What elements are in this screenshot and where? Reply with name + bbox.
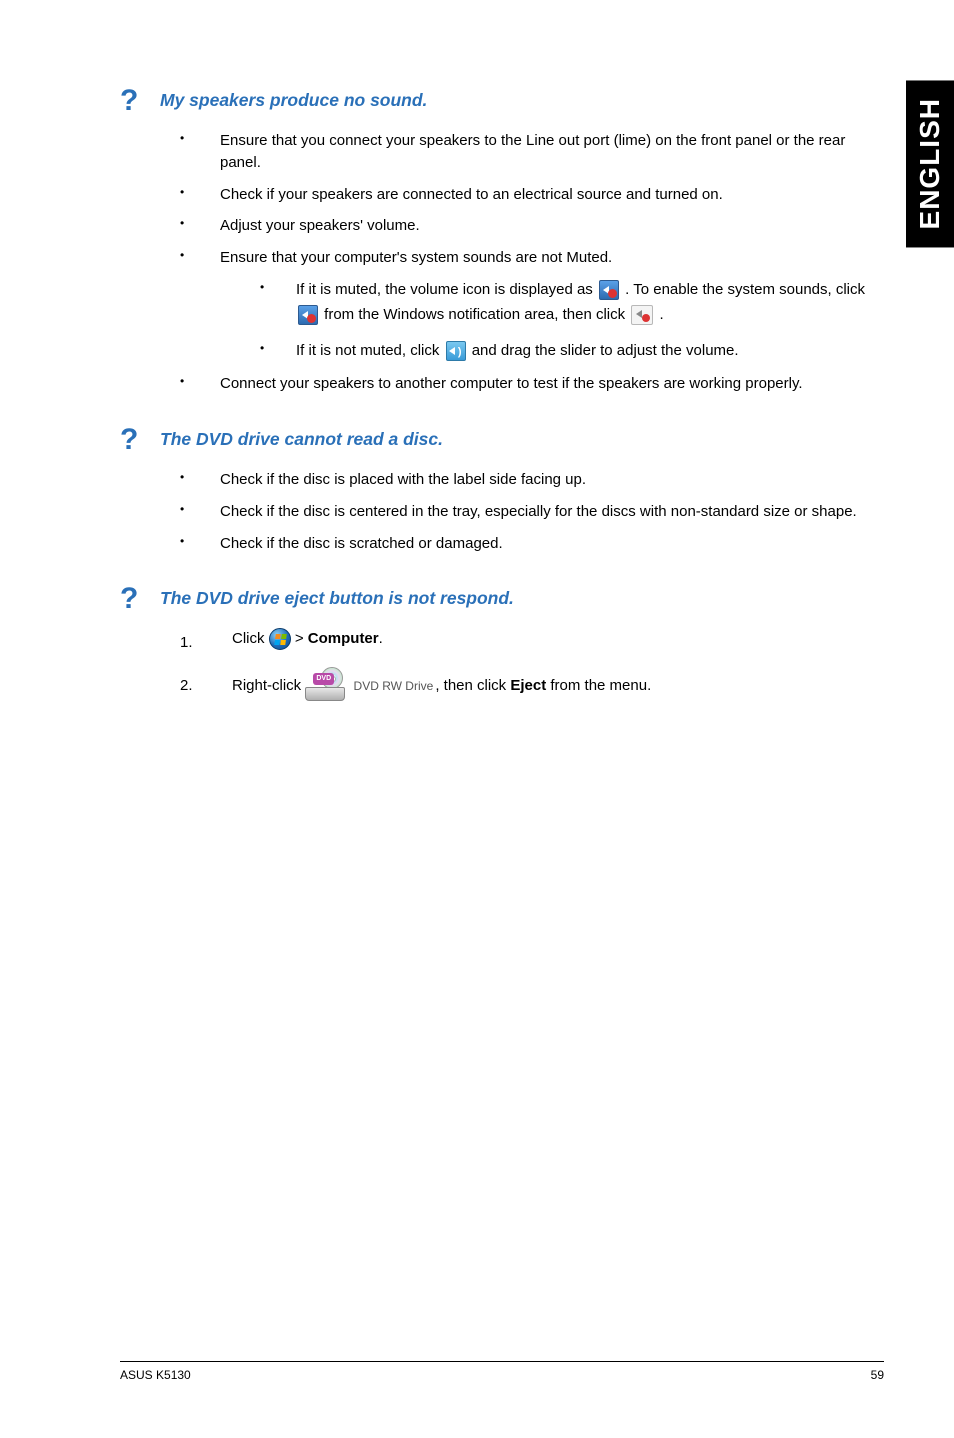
list-item: Adjust your speakers' volume. bbox=[180, 215, 884, 237]
bullet-text: Adjust your speakers' volume. bbox=[220, 217, 420, 234]
text-fragment: , then click bbox=[435, 677, 510, 694]
bullet-text: Check if the disc is centered in the tra… bbox=[220, 503, 857, 520]
bold-text: Eject bbox=[510, 677, 546, 694]
dvd-drive-label: DVD RW Drive bbox=[354, 679, 434, 693]
text-fragment: Click bbox=[232, 630, 269, 647]
volume-muted-icon bbox=[298, 305, 318, 325]
text-fragment: . bbox=[659, 306, 663, 323]
section-speakers-no-sound: ? My speakers produce no sound. Ensure t… bbox=[120, 90, 884, 395]
text-fragment: from the Windows notification area, then… bbox=[324, 306, 629, 323]
bullet-text: Check if the disc is scratched or damage… bbox=[220, 535, 503, 552]
list-item: Check if your speakers are connected to … bbox=[180, 184, 884, 206]
section-dvd-cannot-read: ? The DVD drive cannot read a disc. Chec… bbox=[120, 429, 884, 554]
bullet-text: Ensure that you connect your speakers to… bbox=[220, 132, 845, 171]
dvd-badge: DVD bbox=[313, 673, 334, 686]
step-number: 1. bbox=[180, 632, 193, 655]
list-item: Connect your speakers to another compute… bbox=[180, 373, 884, 395]
page-footer: ASUS K5130 59 bbox=[120, 1361, 884, 1382]
windows-start-icon bbox=[269, 628, 291, 650]
bullet-text: Check if the disc is placed with the lab… bbox=[220, 471, 586, 488]
question-mark-icon: ? bbox=[120, 584, 138, 614]
footer-page-number: 59 bbox=[871, 1368, 884, 1382]
text-fragment: Right-click bbox=[232, 677, 305, 694]
bold-text: Computer bbox=[308, 630, 379, 647]
list-item: 2. Right-click DVD DVD RW Drive, then cl… bbox=[180, 671, 884, 701]
list-item: Check if the disc is centered in the tra… bbox=[180, 501, 884, 523]
bullet-list: Ensure that you connect your speakers to… bbox=[120, 130, 884, 395]
section-dvd-eject-not-respond: ? The DVD drive eject button is not resp… bbox=[120, 588, 884, 701]
text-fragment: from the menu. bbox=[546, 677, 651, 694]
text-fragment: . To enable the system sounds, click bbox=[625, 281, 865, 298]
bullet-list: Check if the disc is placed with the lab… bbox=[120, 469, 884, 554]
list-item: If it is not muted, click and drag the s… bbox=[260, 338, 884, 364]
list-item: 1. Click > Computer. bbox=[180, 628, 884, 651]
sub-bullet-list: If it is muted, the volume icon is displ… bbox=[220, 277, 884, 364]
bullet-text: Check if your speakers are connected to … bbox=[220, 186, 723, 203]
text-fragment: If it is not muted, click bbox=[296, 342, 444, 359]
language-tab: ENGLISH bbox=[906, 80, 954, 247]
section-title: The DVD drive cannot read a disc. bbox=[160, 429, 443, 450]
section-title: The DVD drive eject button is not respon… bbox=[160, 588, 514, 609]
volume-mixer-icon bbox=[631, 305, 653, 325]
page-content: ENGLISH ? My speakers produce no sound. … bbox=[0, 0, 954, 1438]
numbered-list: 1. Click > Computer. 2. Right-click DVD … bbox=[120, 628, 884, 701]
volume-muted-icon bbox=[599, 280, 619, 300]
list-item: Ensure that your computer's system sound… bbox=[180, 247, 884, 363]
bullet-text: Ensure that your computer's system sound… bbox=[220, 249, 612, 266]
volume-on-icon bbox=[446, 341, 466, 361]
list-item: Check if the disc is placed with the lab… bbox=[180, 469, 884, 491]
question-mark-icon: ? bbox=[120, 86, 138, 116]
step-number: 2. bbox=[180, 675, 193, 698]
list-item: Check if the disc is scratched or damage… bbox=[180, 533, 884, 555]
section-header: ? The DVD drive eject button is not resp… bbox=[120, 588, 884, 614]
bullet-text: Connect your speakers to another compute… bbox=[220, 375, 803, 392]
footer-model: ASUS K5130 bbox=[120, 1368, 191, 1382]
text-fragment: and drag the slider to adjust the volume… bbox=[472, 342, 739, 359]
list-item: Ensure that you connect your speakers to… bbox=[180, 130, 884, 174]
section-header: ? The DVD drive cannot read a disc. bbox=[120, 429, 884, 455]
question-mark-icon: ? bbox=[120, 425, 138, 455]
text-fragment: . bbox=[379, 630, 383, 647]
list-item: If it is muted, the volume icon is displ… bbox=[260, 277, 884, 328]
dvd-drive-icon: DVD bbox=[305, 671, 345, 701]
section-title: My speakers produce no sound. bbox=[160, 90, 427, 111]
section-header: ? My speakers produce no sound. bbox=[120, 90, 884, 116]
text-fragment: > bbox=[295, 630, 308, 647]
text-fragment: If it is muted, the volume icon is displ… bbox=[296, 281, 597, 298]
